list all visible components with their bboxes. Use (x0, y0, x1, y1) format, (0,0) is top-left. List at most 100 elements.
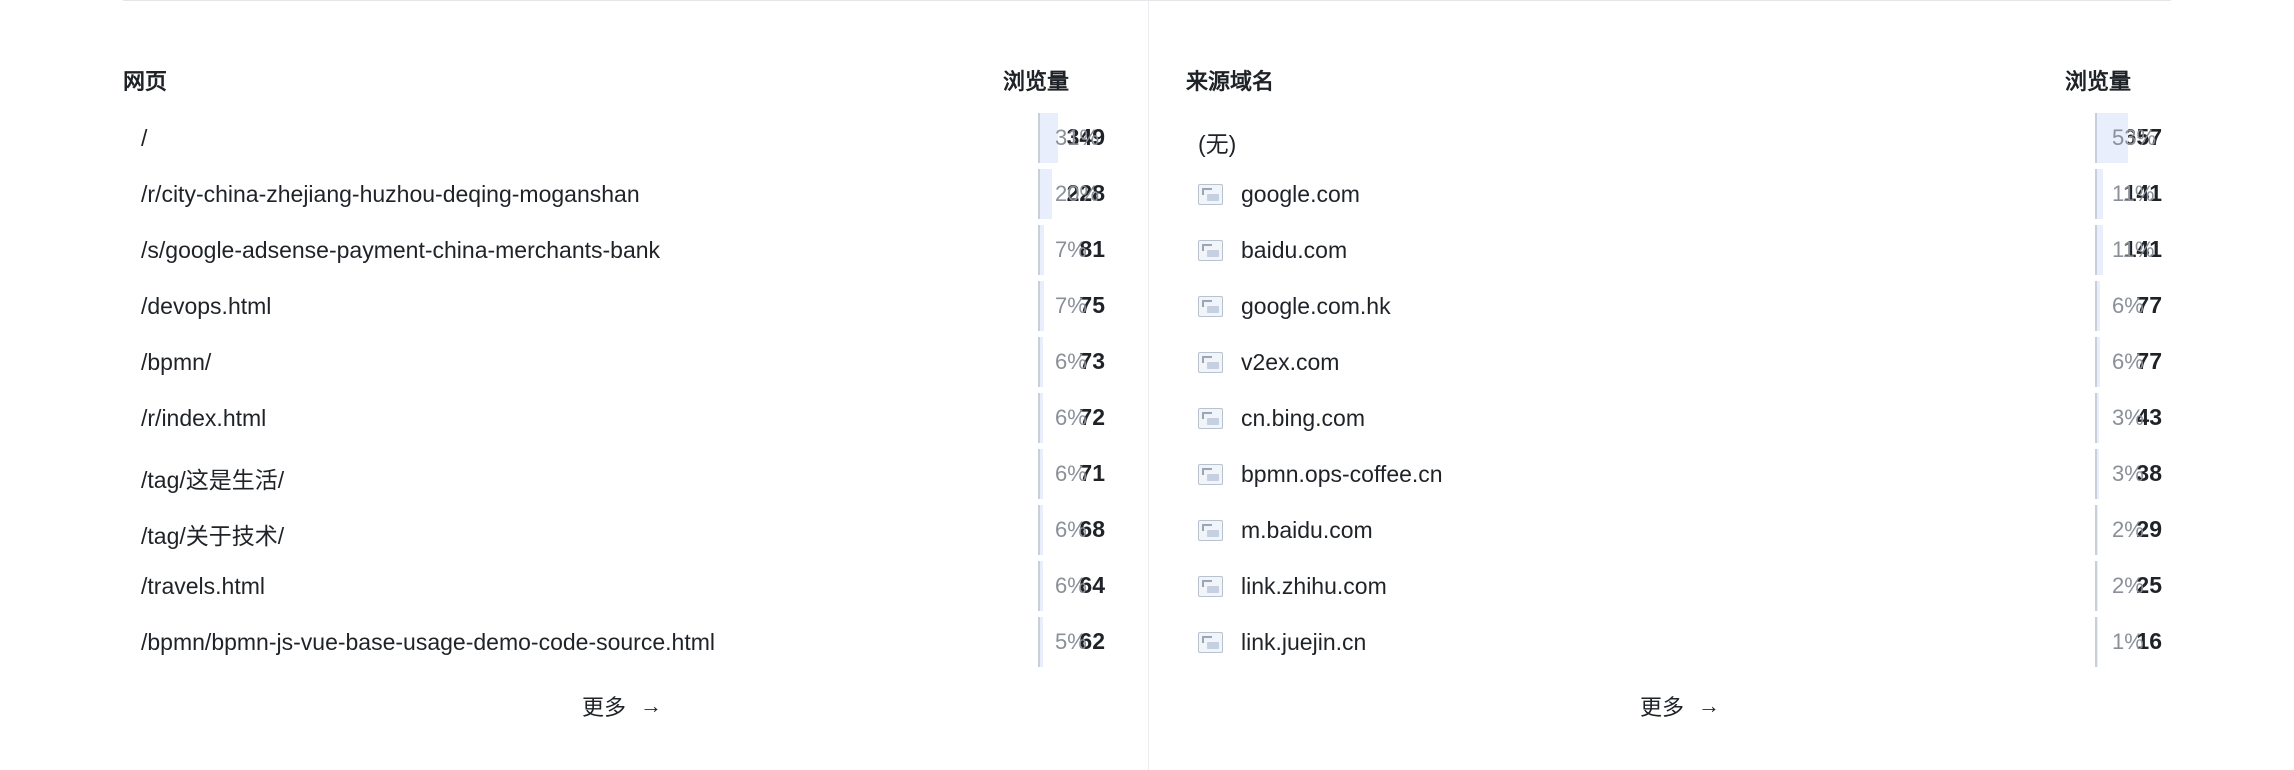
favicon-placeholder-icon (1198, 184, 1223, 205)
share-bar-fill (2097, 617, 2098, 667)
pages-panel: 网页 浏览量 /349 31% /r/city-china-zhejiang-huz… (123, 0, 1105, 770)
referrer-row[interactable]: baidu.com 141 11% (1180, 222, 2162, 278)
column-divider (1148, 0, 1149, 770)
share-bar-fill (2097, 393, 2099, 443)
favicon-placeholder-icon (1198, 296, 1223, 317)
share-percent: 11% (2112, 181, 2155, 206)
referrers-more-button[interactable]: 更多 → (1640, 690, 1720, 722)
share-bar-fill (1040, 617, 1043, 667)
pages-more-button[interactable]: 更多 → (582, 690, 662, 722)
referrer-row[interactable]: v2ex.com 77 6% (1180, 334, 2162, 390)
page-row[interactable]: /tag/关于技术/68 6% (123, 502, 1105, 558)
page-path-label: /bpmn/ (141, 349, 212, 375)
referrers-more-label: 更多 (1640, 695, 1685, 720)
share-bar-fill (2097, 225, 2103, 275)
share-percent: 5% (1055, 629, 1087, 654)
share-bar-fill (1040, 281, 1044, 331)
share-bar-fill (2097, 281, 2100, 331)
page-row[interactable]: /bpmn/bpmn-js-vue-base-usage-demo-code-s… (123, 614, 1105, 670)
share-percent: 3% (2112, 461, 2144, 486)
referrer-domain-label: google.com (1241, 181, 1360, 207)
share-percent: 6% (2112, 349, 2144, 374)
page-path-label: / (141, 125, 148, 151)
page-path-label: /bpmn/bpmn-js-vue-base-usage-demo-code-s… (141, 629, 715, 655)
referrers-list: (无) 657 53% google.com 141 11% baidu.com 141 11%… (1180, 110, 2162, 670)
share-percent: 6% (1055, 461, 1087, 486)
favicon-placeholder-icon (1198, 576, 1223, 597)
referrer-row[interactable]: google.com 141 11% (1180, 166, 2162, 222)
share-percent: 6% (1055, 349, 1087, 374)
share-percent: 31% (1055, 125, 1100, 150)
referrer-row[interactable]: cn.bing.com 43 3% (1180, 390, 2162, 446)
referrer-row[interactable]: bpmn.ops-coffee.cn 38 3% (1180, 446, 2162, 502)
referrer-domain-label: (无) (1198, 131, 1237, 157)
referrer-row[interactable]: link.juejin.cn 16 1% (1180, 614, 2162, 670)
page-row[interactable]: /s/google-adsense-payment-china-merchant… (123, 222, 1105, 278)
share-percent: 11% (2112, 237, 2155, 262)
page-row[interactable]: /349 31% (123, 110, 1105, 166)
referrer-row[interactable]: link.zhihu.com 25 2% (1180, 558, 2162, 614)
share-percent: 3% (2112, 405, 2144, 430)
favicon-placeholder-icon (1198, 464, 1223, 485)
referrer-domain-label: baidu.com (1241, 237, 1348, 263)
referrer-row[interactable]: (无) 657 53% (1180, 110, 2162, 166)
share-percent: 20% (1055, 181, 1100, 206)
referrers-views-column-title[interactable]: 浏览量 (2065, 64, 2131, 96)
referrer-domain-label: cn.bing.com (1241, 405, 1366, 431)
referrer-row[interactable]: google.com.hk 77 6% (1180, 278, 2162, 334)
share-bar-fill (2097, 505, 2098, 555)
share-bar-fill (1040, 449, 1043, 499)
share-percent: 1% (2112, 629, 2144, 654)
page-path-label: /r/city-china-zhejiang-huzhou-deqing-mog… (141, 181, 640, 207)
page-row[interactable]: /r/index.html 72 6% (123, 390, 1105, 446)
page-path-label: /devops.html (141, 293, 272, 319)
page-path-label: /r/index.html (141, 405, 267, 431)
favicon-placeholder-icon (1198, 520, 1223, 541)
share-bar-fill (1040, 169, 1052, 219)
arrow-right-icon: → (640, 693, 663, 718)
referrers-header: 来源域名 浏览量 (1180, 64, 2160, 100)
share-bar-fill (2097, 169, 2103, 219)
share-bar-fill (1040, 393, 1043, 443)
page-row[interactable]: /bpmn/73 6% (123, 334, 1105, 390)
share-percent: 2% (2112, 573, 2144, 598)
referrer-row[interactable]: m.baidu.com 29 2% (1180, 502, 2162, 558)
share-bar-fill (1040, 505, 1043, 555)
page-row[interactable]: /r/city-china-zhejiang-huzhou-deqing-mog… (123, 166, 1105, 222)
share-percent: 7% (1055, 237, 1087, 262)
share-percent: 2% (2112, 517, 2144, 542)
referrers-column-title: 来源域名 (1186, 69, 1275, 94)
favicon-placeholder-icon (1198, 408, 1223, 429)
share-percent: 7% (1055, 293, 1087, 318)
favicon-placeholder-icon (1198, 632, 1223, 653)
favicon-placeholder-icon (1198, 240, 1223, 261)
pages-views-column-title[interactable]: 浏览量 (1003, 64, 1069, 96)
share-percent: 6% (1055, 405, 1087, 430)
share-percent: 6% (1055, 517, 1087, 542)
referrer-domain-label: link.juejin.cn (1241, 629, 1367, 655)
referrers-panel: 来源域名 浏览量 (无) 657 53% google.com 141 11% baidu.… (1180, 0, 2162, 770)
favicon-placeholder-icon (1198, 352, 1223, 373)
referrer-domain-label: m.baidu.com (1241, 517, 1373, 543)
pages-list: /349 31% /r/city-china-zhejiang-huzhou-deq… (123, 110, 1105, 670)
share-bar-fill (2097, 561, 2098, 611)
page-path-label: /travels.html (141, 573, 265, 599)
referrer-domain-label: google.com.hk (1241, 293, 1391, 319)
page-row[interactable]: /travels.html 64 6% (123, 558, 1105, 614)
share-percent: 6% (1055, 573, 1087, 598)
page-row[interactable]: /tag/这是生活/71 6% (123, 446, 1105, 502)
page-path-label: /s/google-adsense-payment-china-merchant… (141, 237, 661, 263)
share-bar-fill (1040, 561, 1043, 611)
pages-header: 网页 浏览量 (123, 64, 1103, 100)
share-bar-fill (1040, 225, 1044, 275)
referrer-domain-label: bpmn.ops-coffee.cn (1241, 461, 1443, 487)
referrer-domain-label: v2ex.com (1241, 349, 1340, 375)
pages-more-label: 更多 (582, 695, 627, 720)
page-row[interactable]: /devops.html 75 7% (123, 278, 1105, 334)
share-percent: 53% (2112, 125, 2157, 150)
pages-column-title: 网页 (123, 69, 168, 94)
share-bar-fill (1040, 337, 1043, 387)
arrow-right-icon: → (1698, 693, 1721, 718)
share-bar-fill (2097, 337, 2100, 387)
share-bar-fill (2097, 449, 2099, 499)
